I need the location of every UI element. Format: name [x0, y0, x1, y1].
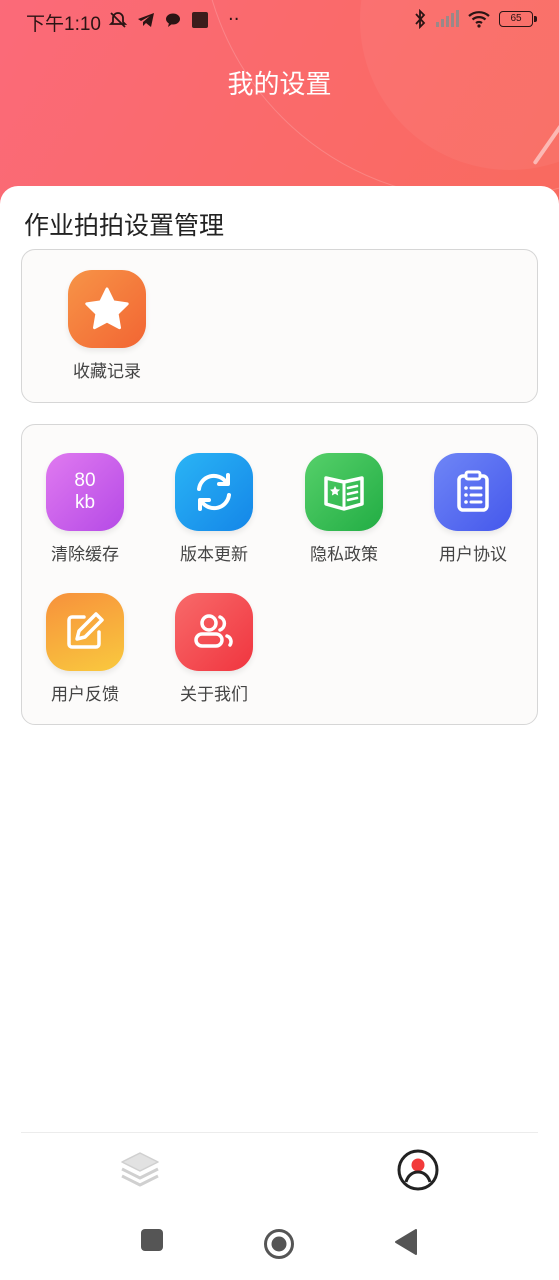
cache-size-value: 80 — [74, 470, 96, 491]
signal-icon — [436, 10, 459, 27]
more-notifications-dots: ·· — [228, 9, 240, 30]
book-icon — [305, 453, 383, 531]
battery-icon: 65 — [499, 11, 537, 27]
users-icon — [175, 593, 253, 671]
telegram-icon — [138, 12, 154, 27]
version-update-tile[interactable]: 版本更新 — [159, 453, 269, 565]
back-triangle-icon — [395, 1229, 417, 1255]
status-time: 下午1:10 — [26, 14, 101, 35]
status-notification-icons: ·· — [108, 9, 239, 30]
tabbar-divider — [21, 1132, 538, 1133]
refresh-icon — [175, 453, 253, 531]
layers-tab[interactable] — [116, 1146, 164, 1194]
user-feedback-label: 用户反馈 — [51, 685, 119, 705]
layers-icon — [121, 1152, 159, 1187]
about-us-tile[interactable]: 关于我们 — [159, 593, 269, 705]
recent-apps-button[interactable] — [140, 1228, 164, 1252]
about-us-label: 关于我们 — [180, 685, 248, 705]
profile-icon — [397, 1149, 439, 1191]
system-nav-bar — [0, 1212, 559, 1280]
status-bar: 下午1:10 ·· 65 — [0, 0, 559, 42]
clear-cache-label: 清除缓存 — [51, 545, 119, 565]
favorites-label: 收藏记录 — [73, 362, 141, 382]
clear-cache-tile[interactable]: 80 kb 清除缓存 — [30, 453, 140, 565]
status-system-icons: 65 — [413, 9, 537, 29]
section-title: 作业拍拍设置管理 — [24, 211, 225, 240]
home-circle-icon — [264, 1229, 294, 1259]
star-icon — [68, 270, 146, 348]
mute-bell-icon — [108, 11, 128, 28]
bluetooth-icon — [415, 9, 426, 29]
edit-icon — [46, 593, 124, 671]
version-update-label: 版本更新 — [180, 545, 248, 565]
app-icon — [192, 11, 208, 28]
favorites-panel: 收藏记录 — [21, 249, 538, 403]
clipboard-icon — [434, 453, 512, 531]
user-feedback-tile[interactable]: 用户反馈 — [30, 593, 140, 705]
favorites-tile[interactable]: 收藏记录 — [52, 270, 162, 382]
wifi-icon — [468, 11, 490, 28]
cache-size-unit: kb — [74, 492, 96, 513]
settings-card: 作业拍拍设置管理 收藏记录 80 kb 清除缓存 版本更新 隐私政策 用户协议 … — [0, 186, 559, 1146]
page-title: 我的设置 — [227, 70, 332, 100]
user-agreement-tile[interactable]: 用户协议 — [418, 453, 528, 565]
cache-icon: 80 kb — [46, 453, 124, 531]
square-icon — [141, 1229, 163, 1251]
bottom-tab-bar — [0, 1140, 559, 1210]
privacy-policy-label: 隐私政策 — [310, 545, 378, 565]
chat-icon — [166, 13, 180, 27]
user-agreement-label: 用户协议 — [439, 545, 507, 565]
profile-tab[interactable] — [394, 1146, 442, 1194]
settings-panel: 80 kb 清除缓存 版本更新 隐私政策 用户协议 用户反馈 关于我们 — [21, 424, 538, 725]
back-button[interactable] — [394, 1228, 418, 1256]
home-button[interactable] — [263, 1228, 295, 1260]
privacy-policy-tile[interactable]: 隐私政策 — [289, 453, 399, 565]
